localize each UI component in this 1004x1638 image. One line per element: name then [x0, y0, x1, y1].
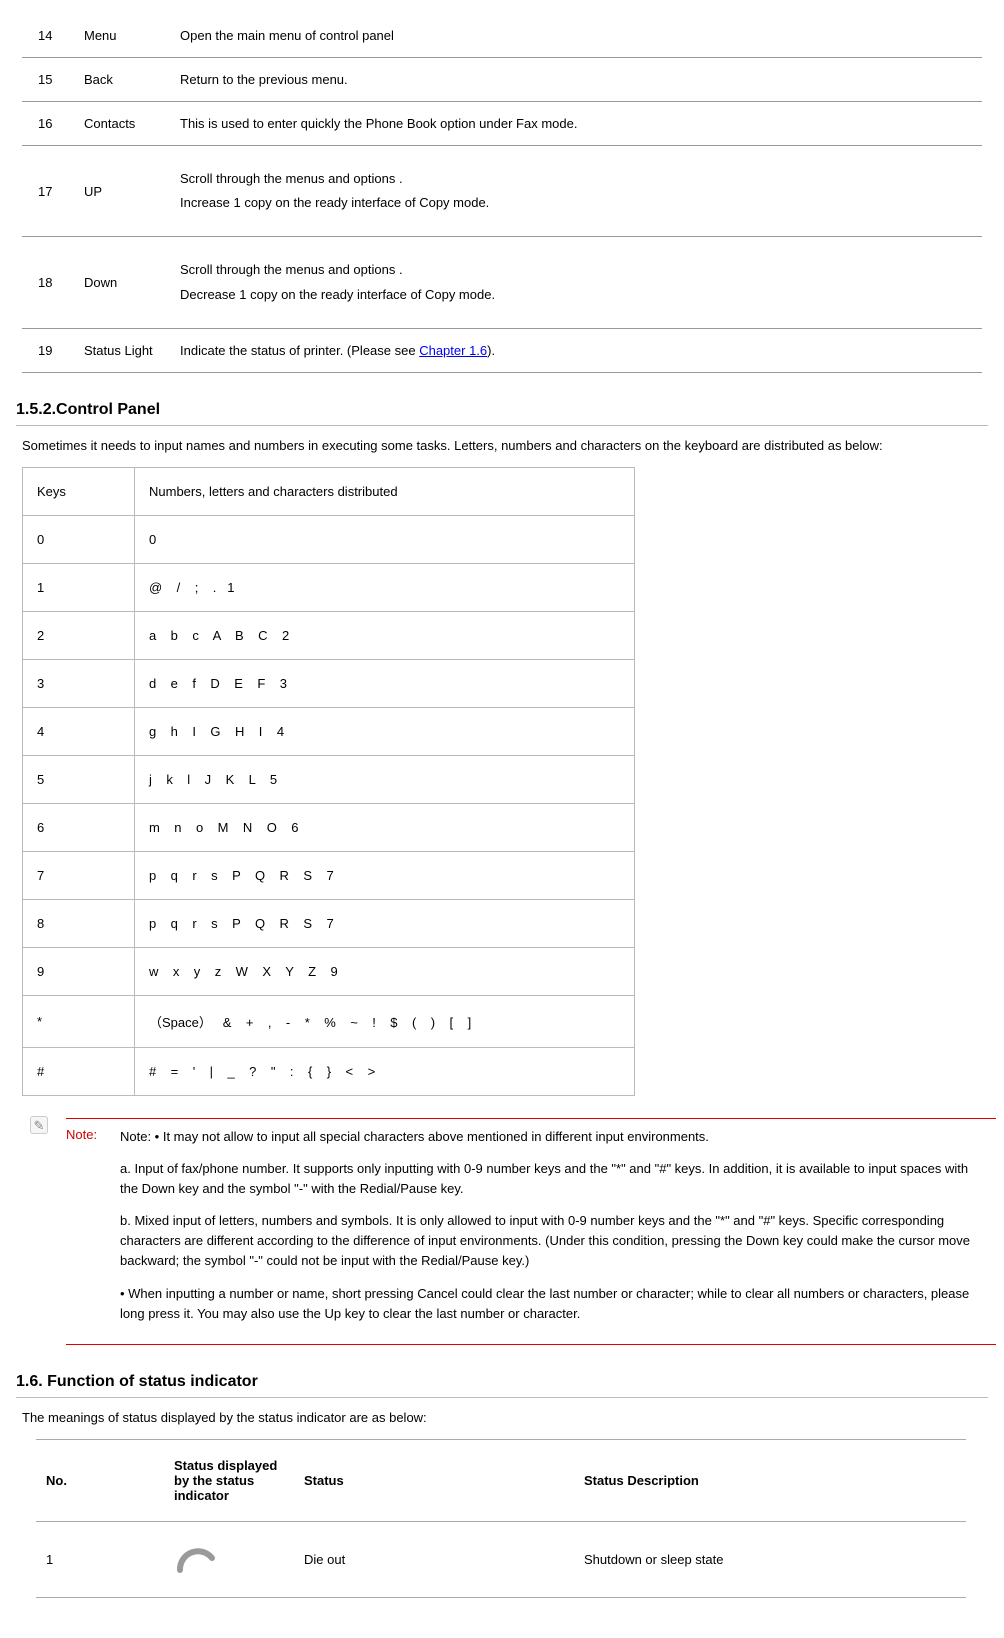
row-no: 15	[22, 58, 76, 102]
row-desc: Scroll through the menus and options . In…	[172, 146, 982, 237]
row-desc: Scroll through the menus and options . De…	[172, 237, 982, 328]
chars-cell: 0	[135, 515, 635, 563]
key-cell: 9	[23, 947, 135, 995]
chars-cell: # = ' | _ ? " : { } < >	[135, 1047, 635, 1095]
chars-cell: a b c A B C 2	[135, 611, 635, 659]
col-header-no: No.	[36, 1439, 166, 1521]
table-row: 00	[23, 515, 635, 563]
row-desc: Return to the previous menu.	[172, 58, 982, 102]
row-no: 1	[36, 1521, 166, 1597]
chars-cell: （Space） & + , - * % ~ ! $ ( ) [ ]	[135, 995, 635, 1047]
section-divider	[16, 425, 988, 426]
table-row: 6m n o M N O 6	[23, 803, 635, 851]
key-cell: 4	[23, 707, 135, 755]
col-header-desc: Status Description	[576, 1439, 966, 1521]
section-16-heading: 1.6. Function of status indicator	[16, 1373, 988, 1391]
table-row: 9w x y z W X Y Z 9	[23, 947, 635, 995]
table-row: 19Status LightIndicate the status of pri…	[22, 328, 982, 372]
table-row: 14MenuOpen the main menu of control pane…	[22, 14, 982, 58]
table-row: 17UPScroll through the menus and options…	[22, 146, 982, 237]
row-no: 17	[22, 146, 76, 237]
key-cell: 0	[23, 515, 135, 563]
row-desc-line: Scroll through the menus and options .	[180, 170, 974, 188]
row-name: Back	[76, 58, 172, 102]
chapter-link[interactable]: Chapter 1.6	[419, 343, 487, 358]
chars-cell: p q r s P Q R S 7	[135, 899, 635, 947]
table-row: 8p q r s P Q R S 7	[23, 899, 635, 947]
note-label: Note:	[66, 1127, 106, 1336]
key-cell: 1	[23, 563, 135, 611]
section-152-heading: 1.5.2.Control Panel	[16, 401, 988, 419]
row-no: 16	[22, 102, 76, 146]
table-row: 15BackReturn to the previous menu.	[22, 58, 982, 102]
chars-cell: @ / ; . 1	[135, 563, 635, 611]
col-header-chars: Numbers, letters and characters distribu…	[135, 467, 635, 515]
chars-cell: w x y z W X Y Z 9	[135, 947, 635, 995]
chars-cell: j k l J K L 5	[135, 755, 635, 803]
key-cell: #	[23, 1047, 135, 1095]
note-body: Note: • It may not allow to input all sp…	[120, 1127, 988, 1336]
table-row: 1@ / ; . 1	[23, 563, 635, 611]
row-name: Status Light	[76, 328, 172, 372]
section-152-intro: Sometimes it needs to input names and nu…	[22, 438, 988, 453]
note-bottom-rule	[66, 1344, 996, 1345]
table-row: 18DownScroll through the menus and optio…	[22, 237, 982, 328]
key-cell: 7	[23, 851, 135, 899]
section-16-intro: The meanings of status displayed by the …	[22, 1410, 988, 1425]
chars-cell: d e f D E F 3	[135, 659, 635, 707]
key-cell: 6	[23, 803, 135, 851]
table-row: *（Space） & + , - * % ~ ! $ ( ) [ ]	[23, 995, 635, 1047]
row-desc-line: Scroll through the menus and options .	[180, 261, 974, 279]
table-row: 3d e f D E F 3	[23, 659, 635, 707]
key-cell: 3	[23, 659, 135, 707]
row-no: 19	[22, 328, 76, 372]
chars-cell: g h I G H I 4	[135, 707, 635, 755]
table-row: ## = ' | _ ? " : { } < >	[23, 1047, 635, 1095]
status-indicator-table: No. Status displayed by the status indic…	[36, 1439, 966, 1598]
note-p4: • When inputting a number or name, short…	[120, 1284, 988, 1324]
note-p3: b. Mixed input of letters, numbers and s…	[120, 1211, 988, 1271]
row-name: Menu	[76, 14, 172, 58]
table-row: 7p q r s P Q R S 7	[23, 851, 635, 899]
table-row: 16ContactsThis is used to enter quickly …	[22, 102, 982, 146]
row-desc: This is used to enter quickly the Phone …	[172, 102, 982, 146]
key-cell: 5	[23, 755, 135, 803]
note-p1: Note: • It may not allow to input all sp…	[120, 1127, 988, 1147]
table-row: 5j k l J K L 5	[23, 755, 635, 803]
row-desc-line: Increase 1 copy on the ready interface o…	[180, 194, 974, 212]
row-desc: Open the main menu of control panel	[172, 14, 982, 58]
note-p2: a. Input of fax/phone number. It support…	[120, 1159, 988, 1199]
control-panel-keys-table: 14MenuOpen the main menu of control pane…	[22, 14, 982, 373]
section-divider	[16, 1397, 988, 1398]
chars-cell: p q r s P Q R S 7	[135, 851, 635, 899]
row-no: 18	[22, 237, 76, 328]
row-indicator-icon	[166, 1521, 296, 1597]
row-name: Contacts	[76, 102, 172, 146]
key-cell: 2	[23, 611, 135, 659]
keypad-characters-table: Keys Numbers, letters and characters dis…	[22, 467, 635, 1096]
col-header-keys: Keys	[23, 467, 135, 515]
row-desc: Shutdown or sleep state	[576, 1521, 966, 1597]
note-icon: ✎	[30, 1116, 48, 1134]
table-row: 4g h I G H I 4	[23, 707, 635, 755]
arc-icon	[174, 1540, 218, 1576]
row-name: UP	[76, 146, 172, 237]
col-header-status: Status	[296, 1439, 576, 1521]
table-row: 1 Die outShutdown or sleep state	[36, 1521, 966, 1597]
col-header-indicator: Status displayed by the status indicator	[166, 1439, 296, 1521]
row-desc: Indicate the status of printer. (Please …	[172, 328, 982, 372]
row-desc-line: Decrease 1 copy on the ready interface o…	[180, 286, 974, 304]
row-name: Down	[76, 237, 172, 328]
row-no: 14	[22, 14, 76, 58]
key-cell: *	[23, 995, 135, 1047]
row-status: Die out	[296, 1521, 576, 1597]
table-row: 2a b c A B C 2	[23, 611, 635, 659]
note-block: ✎ Note: Note: • It may not allow to inpu…	[66, 1118, 988, 1345]
chars-cell: m n o M N O 6	[135, 803, 635, 851]
key-cell: 8	[23, 899, 135, 947]
note-top-rule	[66, 1118, 996, 1119]
